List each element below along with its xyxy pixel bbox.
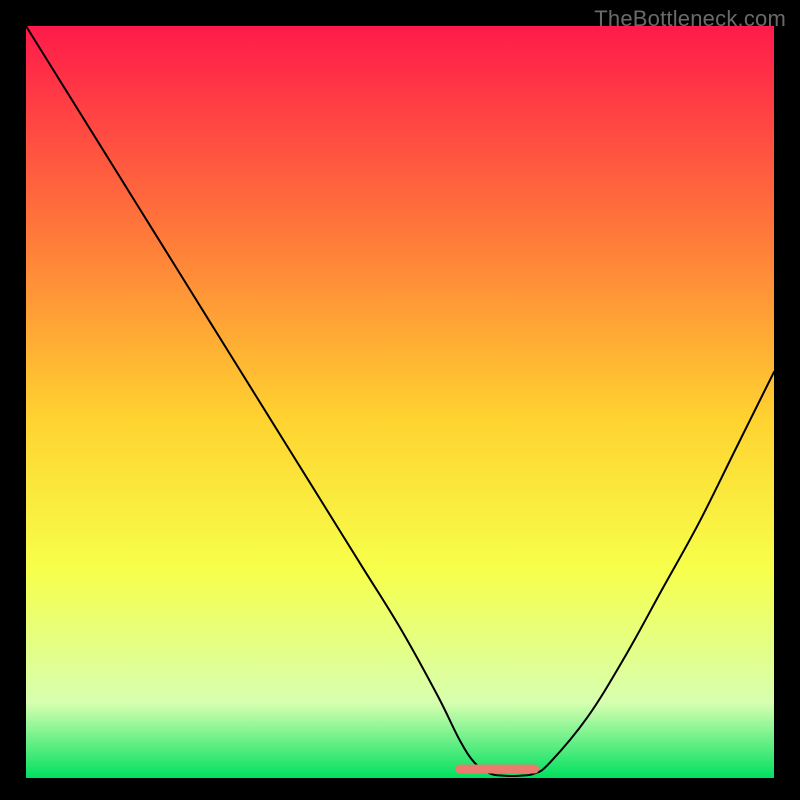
watermark-text: TheBottleneck.com <box>594 6 786 32</box>
bottleneck-curve <box>26 26 774 776</box>
plot-svg <box>26 26 774 778</box>
chart-frame: TheBottleneck.com <box>0 0 800 800</box>
plot-area <box>26 26 774 778</box>
